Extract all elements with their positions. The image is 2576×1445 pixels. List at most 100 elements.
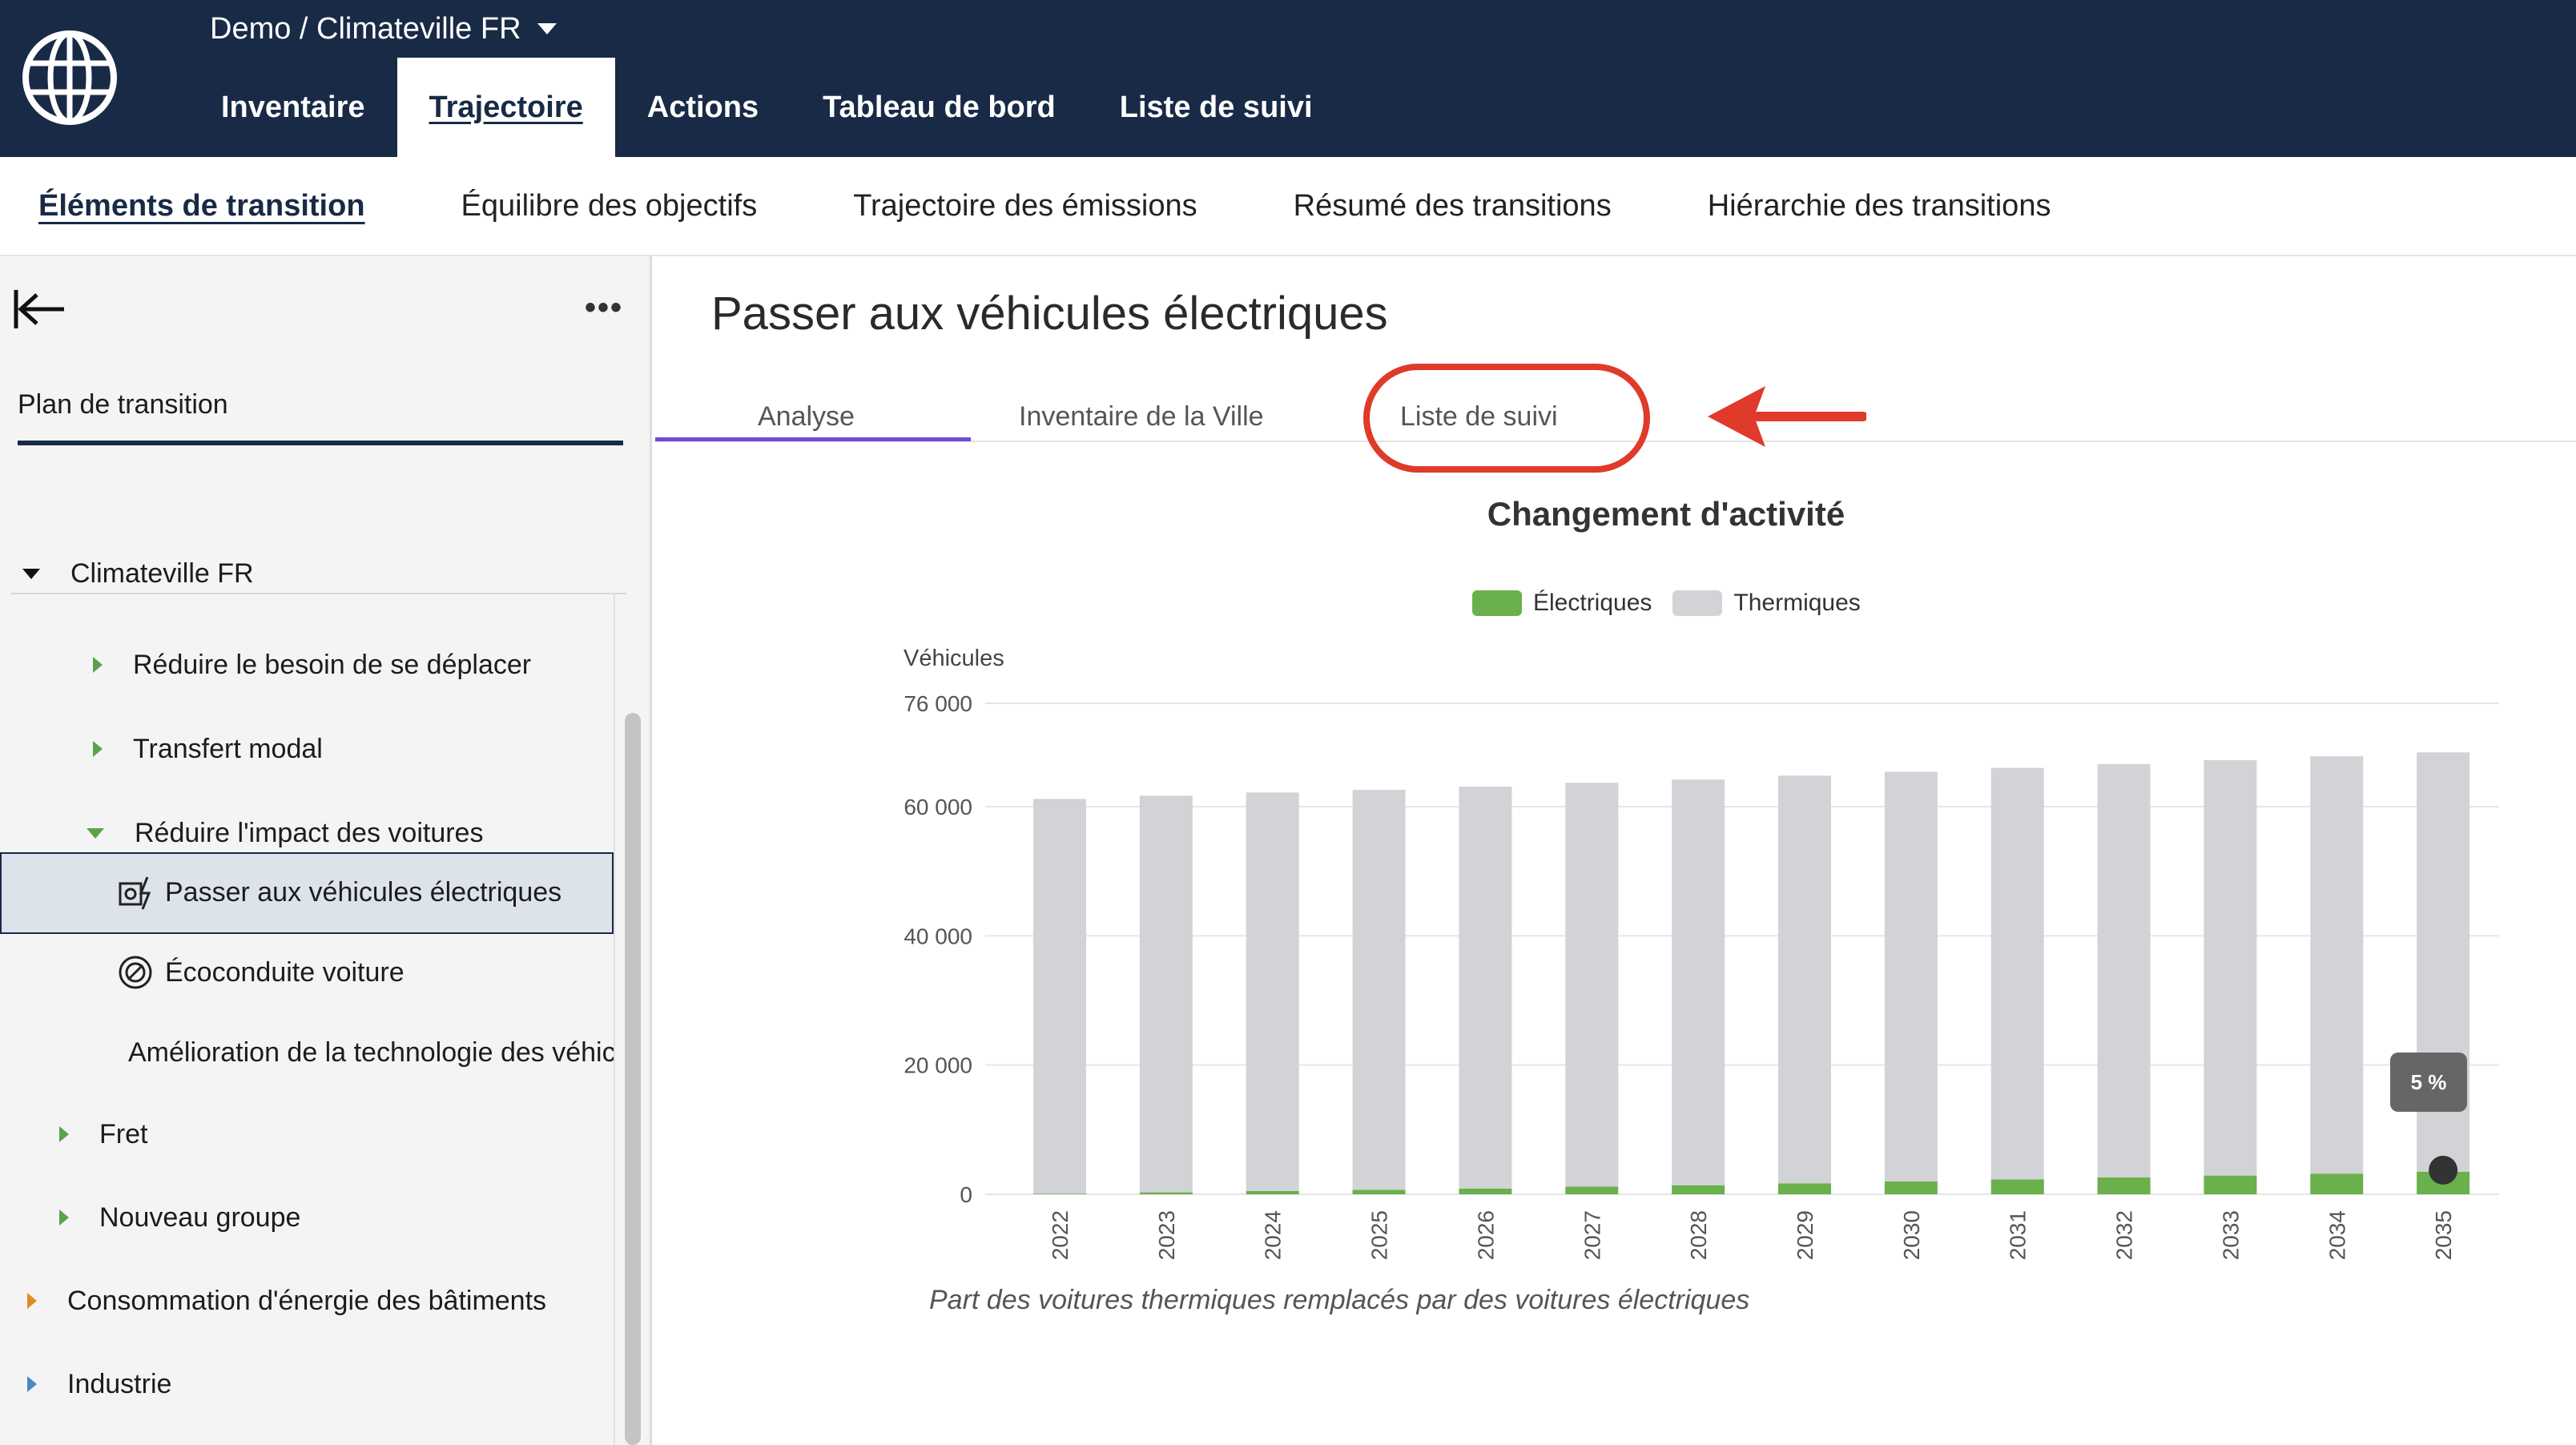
tab-inventaire-de-la-ville[interactable]: Inventaire de la Ville <box>1019 392 1264 441</box>
y-axis-title: Véhicules <box>904 646 1004 671</box>
collapse-left-icon[interactable] <box>11 285 67 333</box>
bar-thermiques-2026 <box>1459 787 1512 1189</box>
x-tick-label: 2035 <box>2431 1210 2456 1260</box>
caret-right-icon <box>59 1126 69 1142</box>
bar-electriques-2033 <box>2204 1175 2257 1194</box>
legend-label-thermiques[interactable]: Thermiques <box>1733 590 1860 617</box>
nav-tab-actions[interactable]: Actions <box>615 58 791 157</box>
tree-item-nouveau-groupe[interactable]: Nouveau groupe <box>59 1193 300 1242</box>
nav-tab-tableau-de-bord[interactable]: Tableau de bord <box>791 58 1088 157</box>
tree-item-label: Climateville FR <box>70 557 254 589</box>
caret-right-icon <box>59 1210 69 1226</box>
x-tick-label: 2022 <box>1048 1210 1073 1260</box>
tab-analyse[interactable]: Analyse <box>758 392 855 441</box>
globe-logo-icon[interactable] <box>21 29 119 127</box>
subtab-resume-des-transitions[interactable]: Résumé des transitions <box>1294 189 1612 223</box>
bar-electriques-2022 <box>1033 1193 1086 1194</box>
tree-item-ecoconduite[interactable]: Écoconduite voiture <box>117 948 405 996</box>
y-tick-label: 0 <box>960 1182 972 1207</box>
page-title: Passer aux véhicules électriques <box>711 288 1388 340</box>
bar-electriques-2025 <box>1352 1189 1406 1194</box>
bar-thermiques-2034 <box>2310 756 2364 1174</box>
bar-electriques-2024 <box>1246 1190 1299 1194</box>
bar-electriques-2034 <box>2310 1173 2364 1194</box>
x-tick-label: 2026 <box>1473 1210 1498 1260</box>
tree-item-amelioration-technologie[interactable]: Amélioration de la technologie des véhic… <box>117 1028 614 1077</box>
caret-down-icon <box>87 827 104 839</box>
project-selector[interactable]: Demo / Climateville FR <box>210 8 557 50</box>
bar-electriques-2028 <box>1672 1185 1725 1194</box>
bar-electriques-2023 <box>1139 1192 1193 1194</box>
electric-vehicle-icon <box>119 876 151 910</box>
bar-thermiques-2024 <box>1246 792 1299 1191</box>
tree-guide-line <box>614 593 615 1445</box>
chart-title: Changement d'activité <box>1487 495 1845 533</box>
tree-item-label: Industrie <box>67 1368 172 1399</box>
nav-tab-inventaire[interactable]: Inventaire <box>189 58 397 157</box>
tree-item-label: Réduire le besoin de se déplacer <box>133 649 532 680</box>
bar-thermiques-2028 <box>1672 779 1725 1185</box>
x-tick-label: 2033 <box>2218 1210 2243 1260</box>
x-tick-label: 2024 <box>1261 1210 1286 1260</box>
x-tick-label: 2031 <box>2006 1210 2031 1260</box>
tree-item-reduire-impact[interactable]: Réduire l'impact des voitures <box>87 809 483 857</box>
top-navigation-bar: Demo / Climateville FR Inventaire Trajec… <box>0 0 2576 157</box>
nav-tab-trajectoire[interactable]: Trajectoire <box>396 58 615 157</box>
legend-label-electriques[interactable]: Électriques <box>1533 590 1652 617</box>
sidebar-scrollbar[interactable] <box>625 713 641 1445</box>
x-tick-label: 2025 <box>1367 1210 1392 1260</box>
tree-item-label: Transfert modal <box>133 733 323 764</box>
tree-item-label: Fret <box>99 1118 148 1149</box>
tree-item-label: Amélioration de la technologie des véhic… <box>128 1036 614 1068</box>
tree-item-label: Nouveau groupe <box>99 1201 301 1233</box>
tree-item-passer-vehicules-electriques[interactable]: Passer aux véhicules électriques <box>117 868 561 916</box>
y-tick-label: 20 000 <box>904 1053 972 1078</box>
chart-footnote: Part des voitures thermiques remplacés p… <box>929 1285 1750 1315</box>
legend-swatch-electriques <box>1472 590 1522 616</box>
bar-thermiques-2029 <box>1778 775 1831 1184</box>
legend-swatch-thermiques <box>1672 590 1723 616</box>
bar-thermiques-2025 <box>1352 790 1406 1190</box>
chart-legend: Électriques Thermiques <box>1472 590 1861 617</box>
caret-right-icon <box>93 741 103 757</box>
caret-down-icon <box>22 568 40 579</box>
main-nav: Inventaire Trajectoire Actions Tableau d… <box>189 58 1345 157</box>
tree-item-fret[interactable]: Fret <box>59 1110 147 1158</box>
x-tick-label: 2032 <box>2112 1210 2137 1260</box>
subtab-trajectoire-des-emissions[interactable]: Trajectoire des émissions <box>853 189 1197 223</box>
more-options-icon[interactable]: ••• <box>585 290 623 326</box>
tree-item-industrie[interactable]: Industrie <box>27 1360 171 1408</box>
chart-tooltip: 5 % <box>2390 1053 2467 1112</box>
bar-thermiques-2031 <box>1990 767 2044 1180</box>
tree-item-climateville[interactable]: Climateville FR <box>22 549 254 598</box>
bar-thermiques-2033 <box>2204 759 2257 1176</box>
caret-right-icon <box>27 1376 37 1392</box>
caret-right-icon <box>27 1293 37 1309</box>
x-tick-label: 2027 <box>1580 1210 1604 1260</box>
x-tick-label: 2034 <box>2324 1210 2349 1260</box>
subtab-hierarchie-des-transitions[interactable]: Hiérarchie des transitions <box>1708 189 2051 223</box>
eco-driving-icon <box>119 956 152 989</box>
subtab-equilibre-des-objectifs[interactable]: Équilibre des objectifs <box>461 189 758 223</box>
tree-item-reduire-besoin[interactable]: Réduire le besoin de se déplacer <box>93 641 531 689</box>
subtab-elements-de-transition[interactable]: Éléments de transition <box>38 189 365 223</box>
tree-item-consommation-energie[interactable]: Consommation d'énergie des bâtiments <box>27 1277 546 1325</box>
bar-thermiques-2023 <box>1139 795 1193 1193</box>
tab-plan-de-transition[interactable]: Plan de transition <box>18 389 623 445</box>
bar-thermiques-2030 <box>1884 771 1938 1181</box>
tree-divider <box>11 593 626 594</box>
bar-electriques-2032 <box>2097 1177 2151 1194</box>
active-tab-indicator <box>655 437 971 441</box>
bar-thermiques-2022 <box>1033 799 1086 1194</box>
bar-thermiques-2027 <box>1565 783 1619 1187</box>
tree-item-transfert-modal[interactable]: Transfert modal <box>93 725 323 773</box>
x-tick-label: 2030 <box>1899 1210 1924 1260</box>
highlight-ellipse-annotation <box>1363 364 1650 473</box>
chevron-down-icon <box>537 23 557 34</box>
tree-item-label: Passer aux véhicules électriques <box>165 876 562 908</box>
caret-right-icon <box>93 657 103 673</box>
arrow-left-icon <box>1708 386 1866 447</box>
nav-tab-liste-de-suivi[interactable]: Liste de suivi <box>1088 58 1345 157</box>
x-tick-label: 2028 <box>1686 1210 1711 1260</box>
x-tick-label: 2023 <box>1154 1210 1179 1260</box>
